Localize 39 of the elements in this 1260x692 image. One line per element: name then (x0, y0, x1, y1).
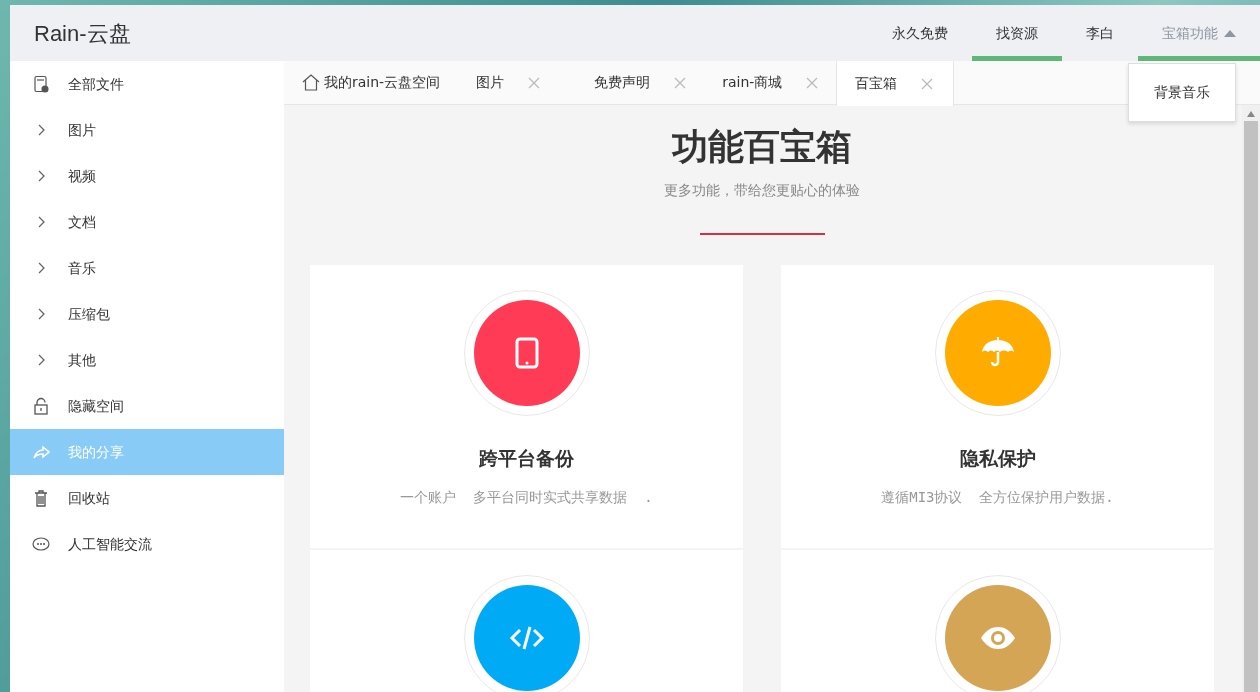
feature-description: 遵循MI3协议 全方位保护用户数据. (881, 487, 1114, 507)
menu-item[interactable]: 背景音乐 (1129, 74, 1235, 111)
close-icon[interactable] (528, 76, 541, 89)
tab[interactable]: rain-商城 (704, 61, 837, 104)
sidebar-item[interactable]: 人工智能交流 (10, 521, 284, 567)
close-icon[interactable] (921, 77, 934, 90)
chat-bubble-icon (32, 535, 50, 553)
feature-title: 跨平台备份 (479, 446, 574, 472)
tab[interactable]: 图片 (458, 61, 577, 104)
scrollbar-thumb[interactable] (1244, 121, 1258, 692)
share-arrow-icon (32, 443, 50, 461)
page-heading: 功能百宝箱 (671, 125, 853, 169)
tab[interactable]: 我的rain-云盘空间 (284, 61, 459, 104)
lock-icon (32, 397, 50, 415)
sidebar-item[interactable]: 回收站 (10, 475, 284, 521)
nav-link[interactable]: 李白 (1062, 5, 1138, 61)
sidebar-item[interactable]: 图片 (10, 107, 284, 153)
caret-up-icon (1224, 29, 1236, 37)
sidebar-item[interactable]: 视频 (10, 153, 284, 199)
trash-icon (32, 489, 50, 507)
scrollbar[interactable] (1242, 105, 1260, 692)
sidebar-item[interactable]: 音乐 (10, 245, 284, 291)
tab[interactable]: 免费声明 (576, 61, 705, 104)
app-logo: Rain-云盘 (33, 19, 131, 48)
feature-title: 隐私保护 (959, 446, 1036, 472)
sidebar-item[interactable]: 其他 (10, 337, 284, 383)
page-subtitle: 更多功能，带给您更贴心的体验 (663, 181, 861, 201)
close-icon[interactable] (806, 76, 819, 89)
scroll-up-icon[interactable] (1247, 111, 1255, 117)
document-icon (32, 75, 50, 93)
nav-link[interactable]: 永久免费 (868, 5, 972, 61)
close-icon[interactable] (674, 76, 687, 89)
tab[interactable]: 百宝箱 (836, 61, 955, 106)
sidebar-item[interactable]: 压缩包 (10, 291, 284, 337)
sidebar-item[interactable]: 全部文件 (10, 61, 284, 107)
home-icon (302, 74, 320, 91)
feature-description: 一个账户 多平台同时实式共享数据 . (400, 487, 653, 507)
sidebar-item[interactable]: 隐藏空间 (10, 383, 284, 429)
sidebar-item[interactable]: 文档 (10, 199, 284, 245)
